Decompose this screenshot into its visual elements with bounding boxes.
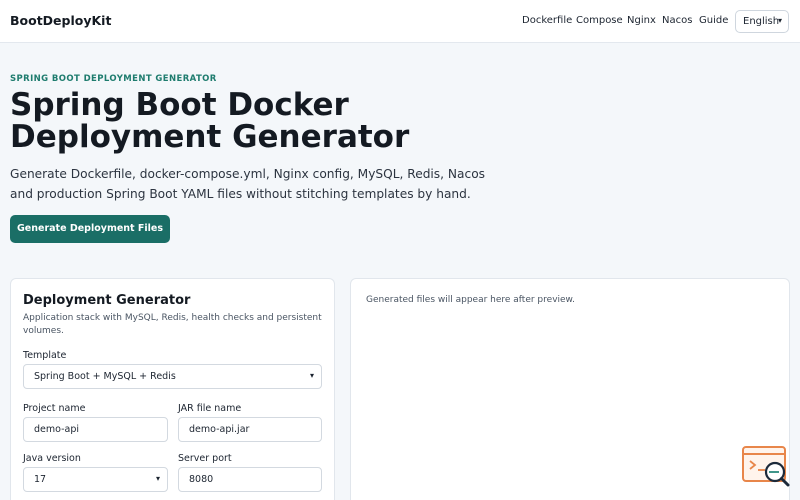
preview-panel: Generated files will appear here after p… <box>350 278 790 500</box>
generate-deployment-files-button[interactable]: Generate Deployment Files <box>10 215 170 243</box>
server-port-label: Server port <box>178 453 232 464</box>
java-version-value: 17 <box>34 474 47 485</box>
project-name-value: demo-api <box>34 424 80 435</box>
chevron-down-icon: ▾ <box>309 371 314 380</box>
page-title: Spring Boot Docker Deployment Generator <box>10 87 410 155</box>
top-navbar: BootDeployKit Dockerfile Compose Nginx N… <box>0 0 800 43</box>
project-name-label: Project name <box>23 403 86 414</box>
generator-description: Application stack with MySQL, Redis, hea… <box>23 313 322 336</box>
search-code-icon[interactable] <box>741 445 791 487</box>
preview-placeholder: Generated files will appear here after p… <box>366 295 575 305</box>
server-port-input[interactable]: 8080 <box>178 467 322 492</box>
language-select[interactable]: English ▾ <box>735 10 789 33</box>
project-name-input[interactable]: demo-api <box>23 417 168 442</box>
hero-eyebrow: SPRING BOOT DEPLOYMENT GENERATOR <box>10 74 217 84</box>
java-version-select[interactable]: 17 ▾ <box>23 467 168 492</box>
generator-title: Deployment Generator <box>23 293 191 308</box>
nav-compose[interactable]: Compose <box>576 15 623 26</box>
chevron-down-icon: ▾ <box>155 474 160 483</box>
nav-guide[interactable]: Guide <box>699 15 728 26</box>
jar-file-name-label: JAR file name <box>178 403 242 414</box>
chevron-down-icon: ▾ <box>777 16 782 25</box>
server-port-value: 8080 <box>189 474 214 485</box>
brand-logo[interactable]: BootDeployKit <box>10 13 111 28</box>
deployment-generator-panel: Deployment Generator Application stack w… <box>10 278 335 500</box>
template-value: Spring Boot + MySQL + Redis <box>34 371 176 382</box>
template-select[interactable]: Spring Boot + MySQL + Redis ▾ <box>23 364 322 389</box>
hero-description: Generate Dockerfile, docker-compose.yml,… <box>10 167 486 201</box>
nav-nginx[interactable]: Nginx <box>627 15 656 26</box>
jar-file-name-input[interactable]: demo-api.jar <box>178 417 322 442</box>
jar-file-name-value: demo-api.jar <box>189 424 250 435</box>
java-version-label: Java version <box>23 453 81 464</box>
template-label: Template <box>23 350 67 361</box>
nav-nacos[interactable]: Nacos <box>662 15 692 26</box>
language-value: English <box>743 16 780 27</box>
nav-dockerfile[interactable]: Dockerfile <box>522 15 572 26</box>
